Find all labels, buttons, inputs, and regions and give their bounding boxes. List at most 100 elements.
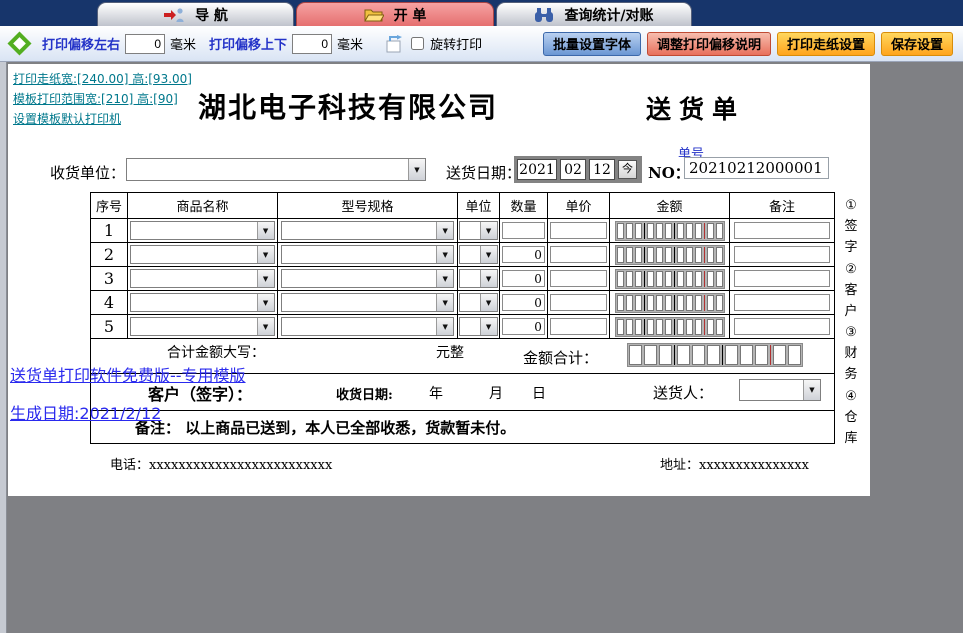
copy-label-customer: ②客户 bbox=[844, 261, 858, 319]
quantity-input[interactable] bbox=[502, 270, 545, 287]
delivery-date-label: 送货日期： bbox=[446, 164, 522, 182]
copy-label-warehouse: ④仓库 bbox=[844, 388, 858, 446]
remark-input[interactable] bbox=[733, 246, 831, 263]
unit-price-input[interactable] bbox=[550, 294, 607, 311]
diamond-icon bbox=[7, 31, 32, 56]
date-day-input[interactable] bbox=[589, 159, 615, 180]
col-header-price: 单价 bbox=[548, 193, 610, 219]
product-name-select[interactable]: ▼ bbox=[130, 221, 275, 240]
remark-input[interactable] bbox=[733, 294, 831, 311]
paper-size-link[interactable]: 打印走纸宽:[240.00] 高:[93.00] bbox=[13, 70, 192, 87]
chevron-down-icon: ▼ bbox=[803, 380, 820, 400]
tab-query-stats[interactable]: 查询统计/对账 bbox=[496, 2, 692, 26]
chevron-down-icon: ▼ bbox=[479, 270, 497, 287]
quantity-input[interactable] bbox=[502, 318, 545, 335]
left-edge-strip bbox=[0, 62, 7, 633]
chevron-down-icon: ▼ bbox=[436, 246, 454, 263]
row-number: 3 bbox=[91, 267, 128, 291]
chevron-down-icon: ▼ bbox=[479, 222, 497, 239]
toolbar-buttons: 批量设置字体 调整打印偏移说明 打印走纸设置 保存设置 bbox=[542, 31, 957, 56]
nav-arrow-person-icon bbox=[164, 7, 184, 22]
unit-select[interactable]: ▼ bbox=[459, 269, 498, 288]
offset-lr-input[interactable] bbox=[125, 33, 166, 54]
delivery-date-picker: 今 bbox=[514, 156, 642, 183]
remark-input[interactable] bbox=[733, 222, 831, 239]
offset-ud-label: 打印偏移上下 bbox=[209, 38, 288, 53]
chevron-down-icon: ▼ bbox=[408, 159, 425, 180]
unit-price-input[interactable] bbox=[550, 222, 607, 239]
address-line: 地址：xxxxxxxxxxxxxxx bbox=[660, 458, 809, 473]
unit-select[interactable]: ▼ bbox=[459, 221, 498, 240]
model-spec-select[interactable]: ▼ bbox=[280, 221, 455, 240]
row-number: 2 bbox=[91, 243, 128, 267]
unit-select[interactable]: ▼ bbox=[459, 317, 498, 336]
total-amount-digit-grid bbox=[627, 343, 803, 367]
model-spec-select[interactable]: ▼ bbox=[280, 269, 455, 288]
tab-navigation[interactable]: 导 航 bbox=[97, 2, 294, 26]
model-spec-select[interactable]: ▼ bbox=[280, 317, 455, 336]
rotate-print-checkbox[interactable] bbox=[411, 37, 425, 50]
remark-input[interactable] bbox=[733, 270, 831, 287]
quantity-input[interactable] bbox=[502, 222, 545, 239]
product-name-select[interactable]: ▼ bbox=[130, 293, 275, 312]
items-table: 序号 商品名称 型号规格 单位 数量 单价 金额 备注 1 ▼ ▼ ▼ 2 ▼ … bbox=[91, 193, 834, 339]
total-amount-label: 金额合计： bbox=[523, 349, 599, 367]
receive-date-label: 收货日期: bbox=[336, 388, 393, 403]
receiver-select[interactable]: ▼ bbox=[126, 158, 426, 181]
software-watermark-link[interactable]: 送货单打印软件免费版--专用模版 bbox=[10, 362, 246, 386]
quantity-input[interactable] bbox=[502, 294, 545, 311]
paper-feed-settings-button[interactable]: 打印走纸设置 bbox=[776, 31, 875, 56]
order-no-input[interactable] bbox=[684, 157, 829, 179]
remark-input[interactable] bbox=[733, 318, 831, 335]
chevron-down-icon: ▼ bbox=[256, 270, 274, 287]
unit-price-input[interactable] bbox=[550, 270, 607, 287]
offset-lr-unit: 毫米 bbox=[170, 38, 197, 53]
remark-row: 备注： 以上商品已送到，本人已全部收悉，货款暂未付。 bbox=[91, 411, 834, 443]
col-header-model: 型号规格 bbox=[278, 193, 458, 219]
unit-price-input[interactable] bbox=[550, 318, 607, 335]
date-month-input[interactable] bbox=[560, 159, 586, 180]
offset-lr-label: 打印偏移左右 bbox=[42, 38, 121, 53]
today-button[interactable]: 今 bbox=[618, 160, 637, 179]
generated-date-link[interactable]: 生成日期:2021/2/12 bbox=[10, 400, 161, 424]
template-range-link[interactable]: 模板打印范围宽:[210] 高:[90] bbox=[13, 90, 192, 107]
product-name-select[interactable]: ▼ bbox=[130, 317, 275, 336]
row-number: 1 bbox=[91, 219, 128, 243]
date-year-input[interactable] bbox=[517, 159, 557, 180]
deliverer-select[interactable]: ▼ bbox=[739, 379, 821, 401]
amount-digit-grid bbox=[614, 292, 725, 313]
default-printer-link[interactable]: 设置模板默认打印机 bbox=[13, 110, 192, 127]
tab-billing[interactable]: 开 单 bbox=[296, 2, 494, 26]
copy-label-finance: ③财务 bbox=[844, 325, 858, 383]
template-links: 打印走纸宽:[240.00] 高:[93.00] 模板打印范围宽:[210] 高… bbox=[13, 70, 192, 127]
save-settings-button[interactable]: 保存设置 bbox=[880, 31, 953, 56]
remark-body: 以上商品已送到，本人已全部收悉，货款暂未付。 bbox=[185, 419, 516, 437]
total-in-words-label: 合计金额大写： bbox=[167, 345, 265, 361]
unit-price-input[interactable] bbox=[550, 246, 607, 263]
product-name-select[interactable]: ▼ bbox=[130, 245, 275, 264]
model-spec-select[interactable]: ▼ bbox=[280, 293, 455, 312]
amount-digit-grid bbox=[614, 268, 725, 289]
quantity-input[interactable] bbox=[502, 246, 545, 263]
main-area: 打印走纸宽:[240.00] 高:[93.00] 模板打印范围宽:[210] 高… bbox=[0, 62, 963, 633]
model-spec-select[interactable]: ▼ bbox=[280, 245, 455, 264]
offset-ud-input[interactable] bbox=[292, 33, 333, 54]
col-header-amount: 金额 bbox=[610, 193, 730, 219]
product-name-select[interactable]: ▼ bbox=[130, 269, 275, 288]
adjust-offset-help-button[interactable]: 调整打印偏移说明 bbox=[646, 31, 771, 56]
chevron-down-icon: ▼ bbox=[256, 222, 274, 239]
tab-label: 查询统计/对账 bbox=[564, 7, 654, 24]
amount-digit-grid bbox=[614, 220, 725, 241]
remark-note: 备注： 以上商品已送到，本人已全部收悉，货款暂未付。 bbox=[135, 417, 515, 438]
app-window: 导 航 开 单 查询统计/对账 打印偏移左右 毫米 打印偏移上下 bbox=[0, 0, 963, 633]
month-label: 月 bbox=[489, 386, 503, 402]
unit-select[interactable]: ▼ bbox=[459, 293, 498, 312]
unit-select[interactable]: ▼ bbox=[459, 245, 498, 264]
binoculars-icon bbox=[535, 7, 554, 22]
phone-line: 电话：xxxxxxxxxxxxxxxxxxxxxxxxx bbox=[110, 458, 333, 473]
chevron-down-icon: ▼ bbox=[256, 246, 274, 263]
batch-font-button[interactable]: 批量设置字体 bbox=[542, 31, 641, 56]
amount-digit-grid bbox=[614, 316, 725, 337]
delivery-note-sheet: 打印走纸宽:[240.00] 高:[93.00] 模板打印范围宽:[210] 高… bbox=[8, 64, 870, 496]
rotate-print-label: 旋转打印 bbox=[430, 38, 483, 53]
